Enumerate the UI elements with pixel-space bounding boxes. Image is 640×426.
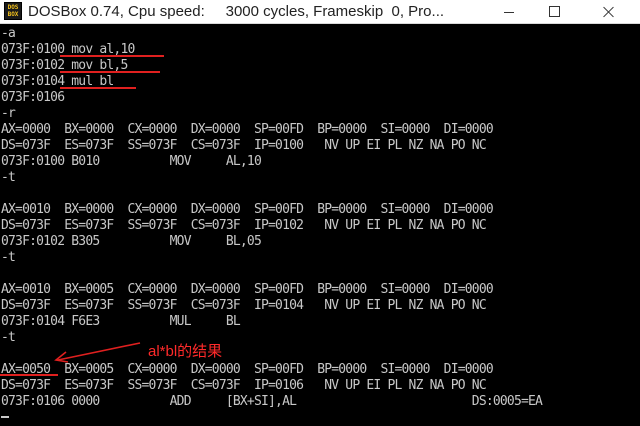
console-line: DS=073F ES=073F SS=073F CS=073F IP=0104 … <box>1 298 487 313</box>
console-line: -t <box>1 170 16 185</box>
underline-mark <box>0 374 58 376</box>
console-line: -r <box>1 106 16 121</box>
console-line: 073F:0102 B305 MOV BL,05 <box>1 234 262 249</box>
text-cursor <box>1 416 9 418</box>
console-line: 073F:0100 B010 MOV AL,10 <box>1 154 262 169</box>
console-line: AX=0010 BX=0000 CX=0000 DX=0000 SP=00FD … <box>1 202 494 217</box>
minimize-icon[interactable] <box>486 0 532 24</box>
console-line: DS=073F ES=073F SS=073F CS=073F IP=0102 … <box>1 218 487 233</box>
window-title: DOSBox 0.74, Cpu speed: 3000 cycles, Fra… <box>28 3 445 20</box>
title-bar[interactable]: DOS BOX DOSBox 0.74, Cpu speed: 3000 cyc… <box>0 0 640 24</box>
dosbox-icon: DOS BOX <box>4 2 22 20</box>
console-line: 073F:0106 0000 ADD [BX+SI],AL DS:0005=EA <box>1 394 543 409</box>
console-line: 073F:0106 <box>1 90 65 105</box>
console-line: -t <box>1 250 16 265</box>
console-line: DS=073F ES=073F SS=073F CS=073F IP=0106 … <box>1 378 487 393</box>
console-line: 073F:0104 F6E3 MUL BL <box>1 314 241 329</box>
underline-mark <box>60 87 136 89</box>
console-line: DS=073F ES=073F SS=073F CS=073F IP=0100 … <box>1 138 487 153</box>
dosbox-window: DOS BOX DOSBox 0.74, Cpu speed: 3000 cyc… <box>0 0 640 426</box>
underline-mark <box>60 71 160 73</box>
console-line: -t <box>1 330 16 345</box>
dos-console[interactable]: -a 073F:0100 mov al,10 073F:0102 mov bl,… <box>0 26 640 426</box>
console-line: AX=0050 BX=0005 CX=0000 DX=0000 SP=00FD … <box>1 362 494 377</box>
underline-mark <box>60 55 164 57</box>
console-line: -a <box>1 26 16 41</box>
console-line: AX=0000 BX=0000 CX=0000 DX=0000 SP=00FD … <box>1 122 494 137</box>
maximize-icon[interactable] <box>532 0 578 24</box>
close-icon[interactable] <box>586 0 632 24</box>
annotation-label: al*bl的结果 <box>148 343 223 360</box>
console-line: AX=0010 BX=0005 CX=0000 DX=0000 SP=00FD … <box>1 282 494 297</box>
